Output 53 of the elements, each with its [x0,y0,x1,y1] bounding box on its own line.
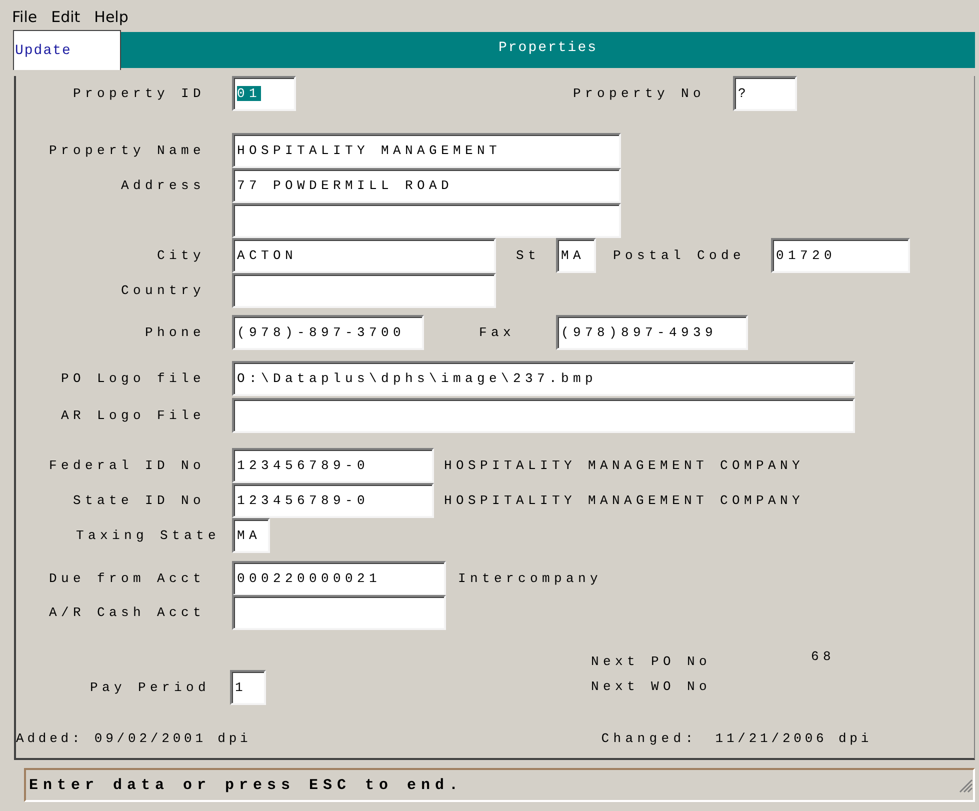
input-field[interactable]: (978)897-4939 [556,315,748,350]
field-label: Due from Acct [48,571,205,586]
field-label: Property No [572,86,705,101]
field-label: City [156,248,205,263]
field-label: Address [120,178,205,193]
title-bar: Properties [121,32,975,68]
resize-grip-icon[interactable] [957,777,973,793]
field-label: PO Logo file [60,371,205,386]
description-text: HOSPITALITY MANAGEMENT COMPANY [444,493,806,508]
field-label: Phone [144,325,205,340]
input-field[interactable]: 123456789-0 [232,483,434,518]
field-label: St [514,248,540,263]
description-text: Intercompany [458,571,604,586]
menu-item[interactable]: Help [94,8,128,30]
input-field[interactable] [232,398,855,433]
field-label: Next WO No [591,679,712,694]
input-field[interactable] [232,203,621,238]
changed-label: Changed: [601,731,698,746]
changed-info: 11/21/2006 dpi [715,731,872,746]
field-label: Property ID [72,86,205,101]
field-label: State ID No [72,493,205,508]
input-field[interactable] [232,273,496,308]
input-field[interactable]: 77 POWDERMILL ROAD [232,168,621,203]
field-label: Next PO No [591,654,712,669]
input-field[interactable]: 1 [230,670,266,705]
field-label: Postal Code [612,248,745,263]
input-field[interactable] [232,595,446,630]
menu-item[interactable]: Edit [51,8,80,30]
field-label: Taxing State [74,528,220,543]
field-label: A/R Cash Acct [48,605,205,620]
mode-label: Update [13,30,121,70]
input-field[interactable]: MA [232,518,270,553]
input-field[interactable]: 123456789-0 [232,448,434,483]
input-field[interactable]: ? [733,76,797,111]
input-field[interactable]: HOSPITALITY MANAGEMENT [232,133,621,168]
field-label: Country [120,283,205,298]
menu-item[interactable]: File [12,8,38,30]
input-field[interactable]: O:\Dataplus\dphs\image\237.bmp [232,361,855,396]
description-text: HOSPITALITY MANAGEMENT COMPANY [444,458,806,473]
input-field[interactable]: (978)-897-3700 [232,315,424,350]
input-field[interactable]: MA [556,238,596,273]
input-field[interactable]: 01 [232,76,296,111]
field-label: Fax [478,325,515,340]
number-value: 68 [811,649,836,666]
field-label: AR Logo File [60,408,205,423]
added-info: Added: 09/02/2001 dpi [16,731,252,746]
field-label: Property Name [48,143,205,158]
field-label: Pay Period [88,680,210,695]
status-text: Enter data or press ESC to end. [29,776,464,794]
input-field[interactable]: ACTON [232,238,496,273]
input-field[interactable]: 000220000021 [232,561,446,596]
input-field[interactable]: 01720 [771,238,910,273]
field-label: Federal ID No [48,458,205,473]
